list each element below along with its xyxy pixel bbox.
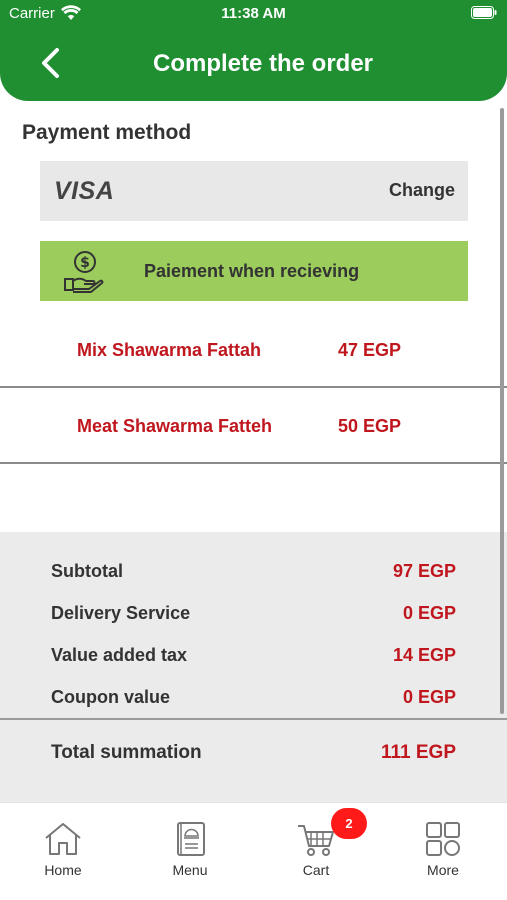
total-row: Total summation 111 EGP	[0, 738, 507, 768]
item-name: Mix Shawarma Fattah	[77, 340, 262, 360]
change-payment-button[interactable]: Change	[389, 180, 455, 201]
total-divider	[0, 718, 507, 720]
delivery-value: 0 EGP	[402, 603, 456, 623]
tab-more[interactable]: More	[380, 803, 506, 893]
tab-menu[interactable]: Menu	[127, 803, 253, 893]
page-title: Complete the order	[152, 50, 374, 77]
item-price: 47 EGP	[338, 340, 402, 360]
cash-on-delivery-option[interactable]: $ Paiement when recieving	[40, 241, 468, 301]
tab-more-label: More	[427, 862, 459, 878]
battery-icon	[471, 6, 497, 19]
tab-bar: Home Menu Cart More	[0, 802, 507, 900]
status-time: 11:38 AM	[221, 5, 286, 22]
order-item-row: Mix Shawarma Fattah 47 EGP	[0, 312, 507, 388]
home-icon	[45, 823, 81, 855]
tab-home[interactable]: Home	[0, 803, 126, 893]
tab-cart-label: Cart	[302, 862, 330, 878]
cart-icon	[298, 825, 334, 856]
coupon-label: Coupon value	[51, 687, 171, 707]
header-bar: Carrier 11:38 AM Complete the order	[0, 0, 507, 101]
money-hand-icon: $	[64, 251, 104, 293]
subtotal-row: Subtotal 97 EGP	[0, 557, 507, 587]
tab-home-label: Home	[44, 862, 82, 878]
item-price: 50 EGP	[338, 416, 402, 436]
vat-row: Value added tax 14 EGP	[0, 641, 507, 671]
order-summary: Subtotal 97 EGP Delivery Service 0 EGP V…	[0, 532, 507, 802]
visa-card-row: VISA Change	[40, 161, 468, 221]
coupon-row: Coupon value 0 EGP	[0, 683, 507, 713]
cart-count-badge: 2	[331, 808, 367, 839]
payment-method-title: Payment method	[22, 121, 192, 144]
status-bar: Carrier 11:38 AM	[0, 0, 507, 28]
total-label: Total summation	[51, 742, 202, 763]
svg-text:$: $	[80, 255, 90, 271]
coupon-value: 0 EGP	[402, 687, 456, 707]
item-name: Meat Shawarma Fatteh	[77, 416, 273, 436]
total-value: 111 EGP	[380, 742, 456, 763]
grid-icon	[426, 822, 460, 856]
order-item-row: Meat Shawarma Fatteh 50 EGP	[0, 388, 507, 464]
vat-value: 14 EGP	[392, 645, 456, 665]
tab-menu-label: Menu	[172, 862, 208, 878]
subtotal-label: Subtotal	[51, 561, 123, 581]
subtotal-value: 97 EGP	[392, 561, 456, 581]
visa-logo: VISA	[54, 177, 115, 205]
vat-label: Value added tax	[51, 645, 188, 665]
menu-book-icon	[177, 822, 205, 856]
scrollbar[interactable]	[500, 108, 504, 714]
delivery-label: Delivery Service	[51, 603, 191, 623]
delivery-row: Delivery Service 0 EGP	[0, 599, 507, 629]
cash-on-delivery-label: Paiement when recieving	[144, 261, 360, 281]
